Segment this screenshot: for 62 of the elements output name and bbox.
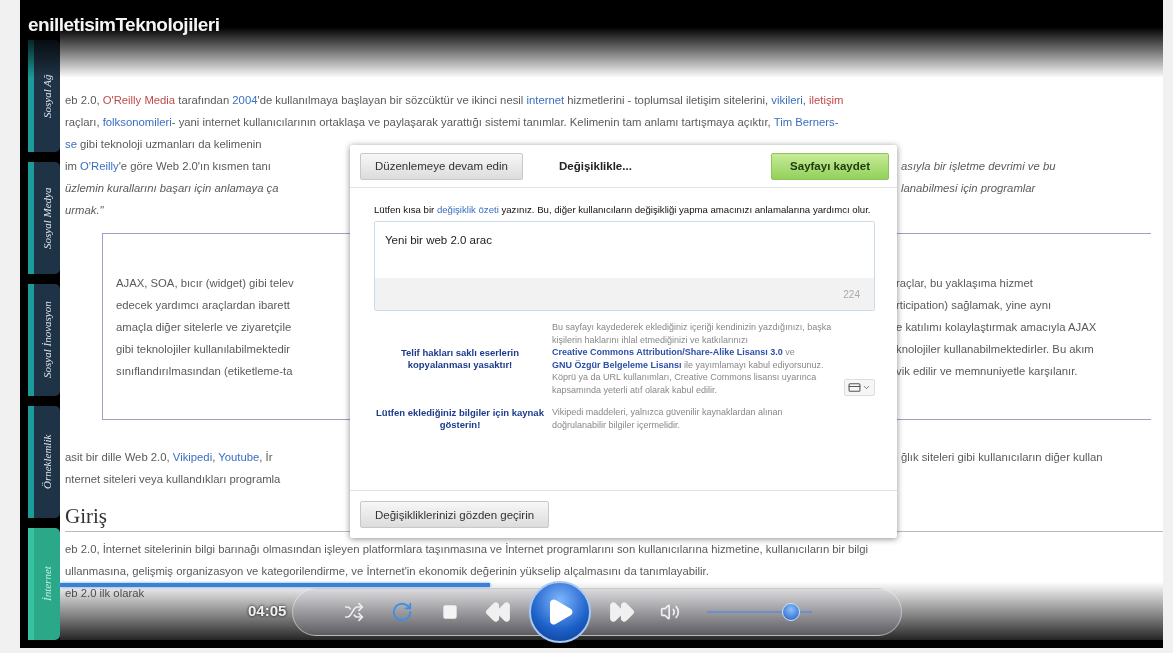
article-text: ullanmasına, gelişmiş organizasyon ve kategorilendirme, ve İnternet'in ekonomik değerinin yükselip alçalmasını da tanımlayabilir. — [65, 565, 709, 577]
text-link[interactable]: folksonomileri — [102, 116, 172, 128]
continue-editing-button[interactable]: Düzenlemeye devam edin — [360, 152, 523, 180]
summary-field[interactable]: Yeni bir web 2.0 arac 224 — [374, 221, 875, 311]
text-link[interactable]: se — [65, 138, 77, 150]
notice-text: Bu sayfayı kaydederek eklediğiniz içeriği kendinizin yazdığınızı, başka kişilerin haklarını ihlal etmediğinizi ve katkılarınızı Creative Commons Attribution/Share-Alike Lisansı 3.0 ve GNU Özgür Belgeleme Lisansı ile yayımlamayı kabul ediyorsunuz. Köprü ya da URL kullanımları, Creative Commons lisansı uyarınca kapsamında yeterli atıf olarak kabul edilir. — [552, 321, 833, 396]
text-link[interactable]: vikileri — [771, 94, 803, 106]
article-text: eb 2.0, İnternet sitelerinin bilgi barınağı olmasından işleyen platformlara taşınmasına ve İnternet programlarını son kullanıcılarına hizmetine, kullanıcıların bir bilgi — [65, 543, 869, 555]
article-text: üzlemin kurallarını başarı için anlamaya ça — [65, 182, 280, 194]
article-text: raçları, folksonomileri- yani internet kullanıcılarının ortaklaşa ve paylaşarak yarattığı sistemi tanımlar. Kelimenin tam anlamı tartışmaya açıktır, Tim Berners- — [65, 116, 839, 128]
rewind-icon — [485, 599, 511, 625]
text-link[interactable]: Creative Commons Attribution/Share-Alike Lisansı 3.0 — [552, 347, 783, 357]
article-text: knolojiler kullanabilmektedirler. Bu akım — [896, 343, 1095, 355]
article-text: rticipation) sağlamak, yine aynı — [896, 299, 1053, 311]
summary-prompt: Lütfen kısa bir değişiklik özeti yazınız. Bu, diğer kullanıcıların değişikliği yapma amacınızı anlamalarına yardımcı olur. — [374, 204, 872, 215]
char-counter: 224 — [843, 288, 860, 300]
text-link[interactable]: iletişim — [809, 94, 844, 106]
license-dropdown[interactable] — [844, 379, 875, 396]
article-text: amaçla diğer sitelerle ve ziyaretçile — [116, 321, 293, 333]
text-link[interactable]: O'Reilly — [80, 160, 119, 172]
text-link[interactable]: Tim Berners- — [773, 116, 839, 128]
warning-text: Lütfen eklediğiniz bilgiler için kaynak gösterin! — [375, 406, 545, 431]
caret-icon — [862, 383, 871, 392]
save-page-button[interactable]: Sayfayı kaydet — [771, 152, 889, 180]
article-text: lanabilmesi için programlar — [901, 182, 1037, 194]
card-icon — [848, 381, 861, 394]
video-title: enilletisimTeknolojileri — [28, 14, 220, 35]
article-text: e katılımı kolaylaştırmak amacıyla AJAX — [896, 321, 1098, 333]
warning-text: Telif hakları saklı eserlerin kopyalanması yasaktır! — [399, 346, 521, 371]
article-text: asit bir dille Web 2.0, Vikipedi, Youtube, İr — [65, 451, 274, 463]
article-text: vik edilir ve memnuniyetle karşılanır. — [896, 365, 1079, 377]
article-text: eb 2.0 ilk olarak — [65, 587, 145, 599]
article-text: nternet siteleri veya kullandıkları programla — [65, 473, 281, 485]
playback-time: 04:05 — [248, 602, 287, 619]
article-text: gibi teknolojiler kullanılabilmektedir — [116, 343, 291, 355]
article-text: se gibi teknoloji uzmanları da kelimenin — [65, 138, 262, 150]
text-link[interactable]: O'Reilly Media — [102, 94, 176, 106]
article-text: im O'Reilly'e göre Web 2.0'ın kısmen tanı — [65, 160, 272, 172]
text-link[interactable]: GNU Özgür Belgeleme Lisansı — [552, 359, 682, 370]
fast-forward-icon — [609, 599, 635, 625]
stop-icon — [442, 604, 458, 620]
article-text: urmak." — [65, 204, 104, 216]
article-text: edecek yardımcı araçlardan ibarett — [116, 299, 291, 311]
notice-text: Vikipedi maddeleri, yalnızca güvenilir kaynaklardan alınan doğrulanabilir bilgiler içermelidir. — [552, 406, 784, 431]
sidebar-tab[interactable]: Sosyal Medya — [28, 162, 60, 274]
shuffle-icon — [344, 602, 364, 622]
sidebar-tab[interactable]: Sosyal Ağ — [28, 40, 60, 152]
volume-icon — [660, 602, 680, 622]
article-text: asıyla bir işletme devrimi ve bu — [901, 160, 1057, 172]
article-text: ğlık siteleri gibi kullanıcıların diğer kullan — [901, 451, 1104, 463]
sidebar-tab[interactable]: Sosyal İnovasyon — [28, 284, 60, 396]
sidebar-tab[interactable]: Örneklemlik — [28, 406, 60, 518]
dialog-status: Değişiklikle... — [558, 160, 632, 172]
article-text: eb 2.0, O'Reilly Media tarafından 2004'de kullanılmaya başlayan bir sözcüktür ve ikinci nesil internet hizmetlerini - toplumsal iletişim sitelerini, vikileri, iletişim — [65, 94, 844, 106]
article-text: sınıflandırılmasından (etiketleme-ta — [116, 365, 294, 377]
repeat-icon — [391, 601, 413, 623]
text-link[interactable]: 2004 — [232, 94, 258, 106]
review-changes-button[interactable]: Değişikliklerinizi gözden geçirin — [360, 501, 550, 528]
text-link[interactable]: internet — [526, 94, 565, 106]
article-text: raçlar, bu yaklaşıma hizmet — [896, 277, 1034, 289]
text-link[interactable]: değişiklik özeti — [436, 204, 499, 215]
article-text: AJAX, SOA, bıcır (widget) gibi telev — [116, 277, 295, 289]
